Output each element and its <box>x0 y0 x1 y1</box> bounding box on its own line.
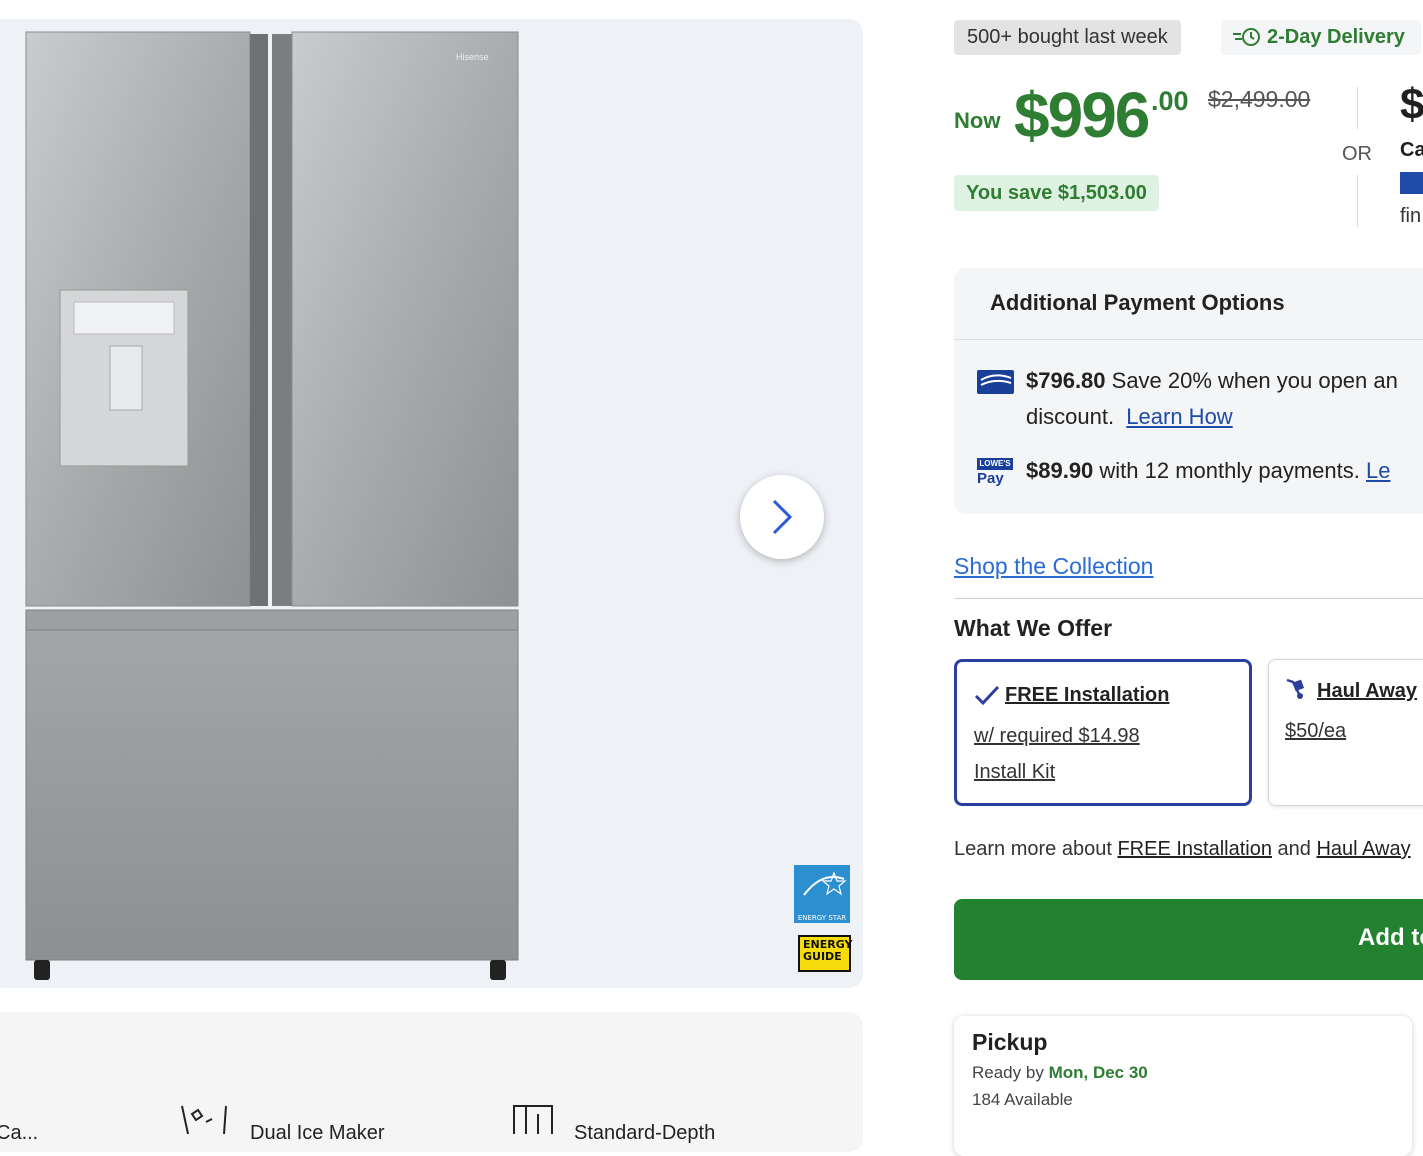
delivery-badge: 2-Day Delivery <box>1221 20 1421 55</box>
haul-away-title: Haul Away <box>1317 680 1418 702</box>
add-to-cart-label: Add to Cart <box>1358 924 1423 951</box>
credit-price: $ <box>1400 80 1423 129</box>
card-offer-amount: $796.80 <box>1026 368 1106 393</box>
pickup-title: Pickup <box>972 1029 1048 1055</box>
feature-label: Standard-Depth <box>574 1122 716 1144</box>
current-price-cents: .00 <box>1151 86 1189 116</box>
financing-text: fin <box>1400 205 1422 227</box>
bought-last-week-badge: 500+ bought last week <box>954 20 1181 55</box>
lowes-pay-learn-link[interactable]: Le <box>1366 458 1390 483</box>
brand-logo: Hisense <box>456 52 489 62</box>
ice-maker-icon <box>181 1105 227 1134</box>
energy-star-label: ENERGY STAR <box>797 914 847 922</box>
lowes-pay-logo-bottom: Pay <box>977 470 1004 487</box>
haul-away-option[interactable]: Haul Away $50/ea <box>1268 659 1423 806</box>
hand-truck-icon <box>1286 678 1305 699</box>
energy-guide-label: ENERGY GUIDE <box>803 938 853 963</box>
divider <box>954 598 1423 599</box>
divider <box>954 339 1423 340</box>
feature-label: Dual Ice Maker <box>250 1122 385 1144</box>
learn-how-link[interactable]: Learn How <box>1126 404 1232 429</box>
chevron-right-icon <box>772 499 793 535</box>
next-image-button[interactable] <box>740 475 824 559</box>
lowes-card-icon <box>977 370 1014 394</box>
energy-star-badge[interactable]: ENERGY STAR <box>794 865 850 923</box>
was-price: $2,499.00 <box>1208 86 1311 112</box>
learn-more-line: Learn more about FREE Installation and H… <box>954 838 1411 861</box>
haul-away-link[interactable]: Haul Away <box>1316 838 1410 860</box>
standard-depth-icon <box>513 1105 553 1134</box>
install-title: FREE Installation <box>1005 684 1170 706</box>
lowes-pay-text: with 12 monthly payments. <box>1093 458 1360 483</box>
now-label: Now <box>954 108 1001 133</box>
feature-strip <box>0 1012 863 1152</box>
divider <box>1357 87 1358 129</box>
credit-card-label: Ca <box>1400 139 1423 161</box>
learn-more-prefix: Learn more about <box>954 838 1112 860</box>
shop-collection-link[interactable]: Shop the Collection <box>954 553 1153 580</box>
lowes-pay-logo-top: LOWE'S <box>977 458 1013 470</box>
credit-card-icon <box>1400 172 1423 194</box>
payment-options-title: Additional Payment Options <box>990 290 1285 315</box>
current-price: $996 <box>1014 79 1150 151</box>
haul-away-price: $50/ea <box>1285 720 1347 742</box>
divider <box>1357 175 1358 227</box>
or-label: OR <box>1342 143 1372 165</box>
free-installation-link[interactable]: FREE Installation <box>1117 838 1272 860</box>
lowes-pay-amount: $89.90 <box>1026 458 1094 483</box>
fast-delivery-icon <box>1233 28 1260 46</box>
card-offer-line: $796.80 Save 20% when you open an <box>1026 368 1398 394</box>
card-offer-text: Save 20% when you open an <box>1105 368 1398 393</box>
card-offer-line-2: discount. Learn How <box>1026 404 1233 430</box>
lowes-pay-line: $89.90 with 12 monthly payments. Le <box>1026 458 1390 484</box>
energy-star-icon <box>803 871 847 896</box>
card-offer-text-2: discount. <box>1026 404 1115 429</box>
free-installation-option[interactable]: FREE Installation w/ required $14.98 Ins… <box>954 659 1252 806</box>
install-kit-line-2: Install Kit <box>974 761 1056 783</box>
you-save-badge: You save $1,503.00 <box>954 175 1159 211</box>
add-to-cart-button[interactable]: Add to Cart <box>954 899 1423 980</box>
feature-label: Ca... <box>0 1122 39 1144</box>
lowes-pay-icon: LOWE'S Pay <box>976 456 1014 490</box>
energy-guide-badge[interactable]: ENERGY GUIDE <box>798 935 853 972</box>
what-we-offer-title: What We Offer <box>954 615 1113 641</box>
pickup-ready-date: Mon, Dec 30 <box>1048 1063 1148 1082</box>
learn-more-and: and <box>1277 838 1311 860</box>
install-kit-line-1: w/ required $14.98 <box>974 725 1140 747</box>
pickup-ready-prefix: Ready by <box>972 1063 1044 1082</box>
checkmark-icon <box>974 685 1000 706</box>
pickup-ready-line: Ready by Mon, Dec 30 <box>972 1063 1148 1083</box>
product-image[interactable] <box>22 26 522 986</box>
delivery-label: 2-Day Delivery <box>1267 26 1405 48</box>
pickup-availability: 184 Available <box>972 1090 1073 1109</box>
